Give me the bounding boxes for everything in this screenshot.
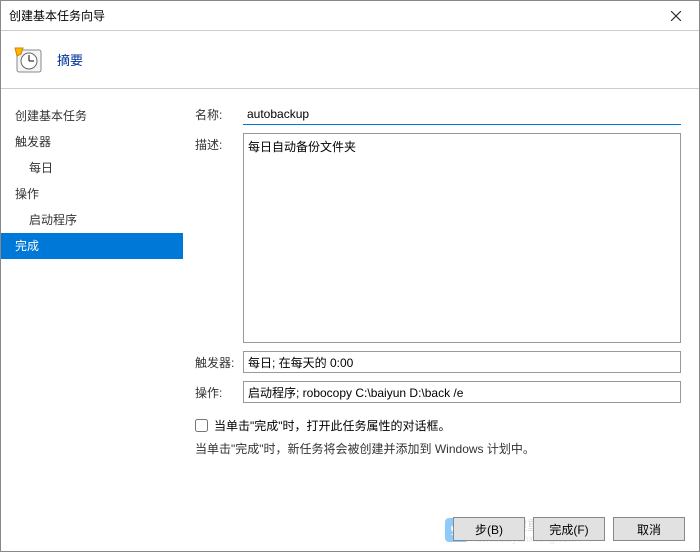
wizard-header: 摘要 — [1, 31, 699, 89]
wizard-body: 创建基本任务 触发器 每日 操作 启动程序 完成 名称: 描述: 每日自动备份文… — [1, 89, 699, 489]
close-icon — [671, 11, 681, 21]
action-label: 操作: — [195, 381, 243, 401]
back-button[interactable]: 步(B) — [453, 517, 525, 541]
content-pane: 名称: 描述: 每日自动备份文件夹 触发器: 操作: 当单击"完成"时，打开此任… — [183, 89, 699, 489]
page-title: 摘要 — [57, 50, 83, 69]
name-label: 名称: — [195, 103, 243, 123]
window-title: 创建基本任务向导 — [1, 7, 653, 24]
trigger-label: 触发器: — [195, 351, 243, 371]
sidebar-item-startprogram[interactable]: 启动程序 — [1, 207, 183, 233]
close-button[interactable] — [653, 1, 699, 31]
trigger-field[interactable] — [243, 351, 681, 373]
open-properties-checkbox[interactable] — [195, 419, 208, 432]
desc-textarea[interactable]: 每日自动备份文件夹 — [243, 133, 681, 343]
sidebar: 创建基本任务 触发器 每日 操作 启动程序 完成 — [1, 89, 183, 489]
finish-button[interactable]: 完成(F) — [533, 517, 605, 541]
sidebar-item-create[interactable]: 创建基本任务 — [1, 103, 183, 129]
action-field[interactable] — [243, 381, 681, 403]
sidebar-item-trigger[interactable]: 触发器 — [1, 129, 183, 155]
sidebar-item-daily[interactable]: 每日 — [1, 155, 183, 181]
footer-buttons: 步(B) 完成(F) 取消 — [453, 517, 685, 541]
wizard-icon — [13, 44, 45, 76]
cancel-button[interactable]: 取消 — [613, 517, 685, 541]
sidebar-item-action[interactable]: 操作 — [1, 181, 183, 207]
titlebar: 创建基本任务向导 — [1, 1, 699, 31]
open-properties-label: 当单击"完成"时，打开此任务属性的对话框。 — [214, 417, 451, 434]
info-text: 当单击"完成"时，新任务将会被创建并添加到 Windows 计划中。 — [195, 440, 681, 457]
name-input[interactable] — [243, 103, 681, 125]
sidebar-item-finish[interactable]: 完成 — [1, 233, 183, 259]
desc-label: 描述: — [195, 133, 243, 153]
